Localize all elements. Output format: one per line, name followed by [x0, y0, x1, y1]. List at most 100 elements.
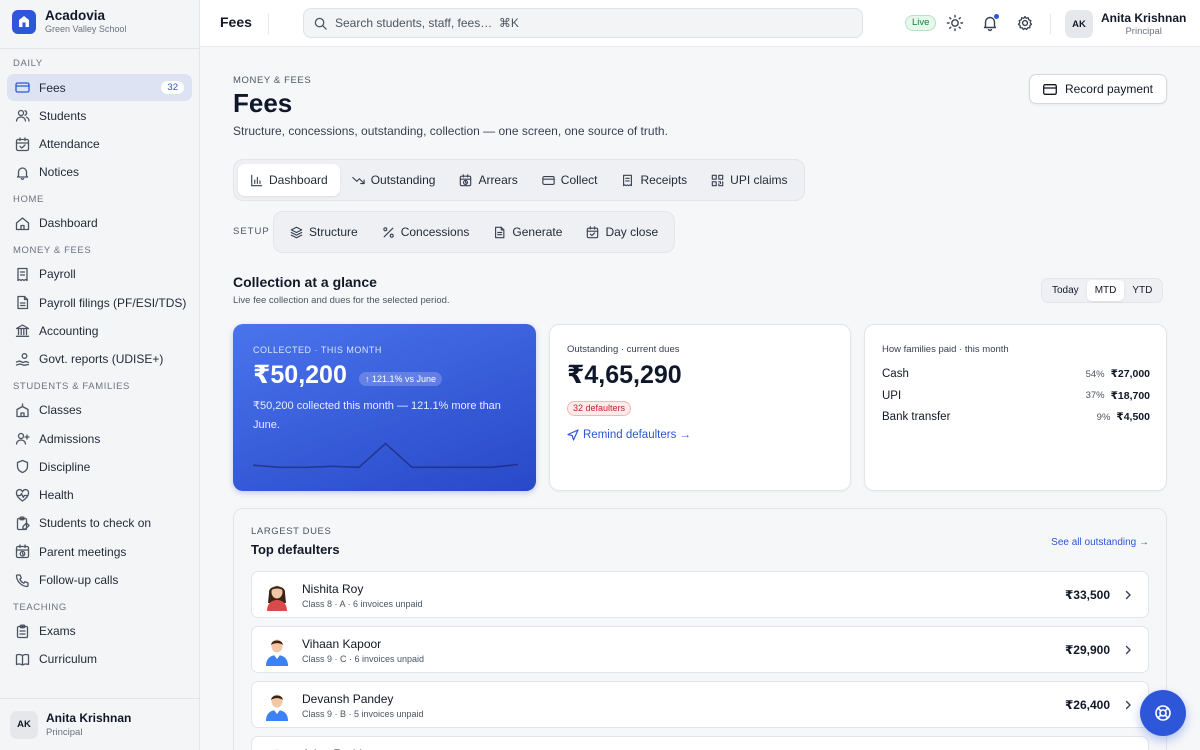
sidebar-item-label: Follow-up calls	[39, 573, 119, 588]
receipt-icon	[17, 267, 28, 282]
sidebar-item-attendance[interactable]: Attendance	[7, 131, 192, 158]
sidebar-item-label: Payroll filings (PF/ESI/TDS)	[39, 295, 187, 310]
topbar-user-name: Anita Krishnan	[1101, 11, 1187, 25]
sidebar-item-label: Admissions	[39, 431, 101, 446]
setup-tabs: Structure Concessions Generate Day close	[273, 211, 676, 253]
setup-label: SETUP	[233, 226, 270, 237]
sidebar-item-students[interactable]: Students	[7, 102, 192, 129]
sidebar-item-discipline[interactable]: Discipline	[7, 453, 192, 480]
tab-dashboard[interactable]: Dashboard	[238, 164, 340, 196]
bank-icon	[15, 324, 30, 338]
period-toggle: Today MTD YTD	[1041, 278, 1164, 303]
student-avatar	[267, 585, 287, 611]
users-icon	[15, 110, 30, 122]
brand[interactable]: Acadovia Green Valley School	[12, 8, 126, 36]
see-all-outstanding-link[interactable]: See all outstanding →	[1051, 537, 1149, 548]
home-icon	[15, 217, 30, 231]
payment-methods-card: How families paid · this month Cash 54% …	[864, 324, 1167, 491]
sparkline-path	[253, 442, 518, 469]
tab-label: Collect	[560, 173, 598, 187]
tab-label: Day close	[605, 225, 659, 239]
range-mtd-button[interactable]: MTD	[1086, 280, 1125, 301]
sidebar-item-dashboard[interactable]: Dashboard	[7, 210, 192, 237]
section-title: Collection at a glance	[233, 274, 377, 290]
school-logo-icon	[12, 10, 36, 34]
sidebar-item-students-to-check-on[interactable]: Students to check on	[7, 510, 192, 537]
credit-card-icon	[1043, 83, 1057, 95]
nav-section-heading: TEACHING	[13, 601, 67, 613]
sidebar-item-curriculum[interactable]: Curriculum	[7, 646, 192, 673]
sidebar-item-label: Students to check on	[39, 516, 152, 531]
sidebar-item-classes[interactable]: Classes	[7, 397, 192, 424]
sidebar-nav[interactable]: DAILY Fees 32 Students Attendance Notices HOME…	[0, 48, 199, 698]
qr-code-icon	[711, 174, 724, 186]
sidebar-user-name: Anita Krishnan	[46, 711, 132, 725]
sidebar-item-govt-reports-udise[interactable]: Govt. reports (UDISE+)	[7, 346, 192, 373]
nav-section-heading: DAILY	[13, 58, 43, 69]
tab-concessions[interactable]: Concessions	[370, 216, 482, 248]
sidebar-user-card[interactable]: AK Anita Krishnan Principal	[0, 698, 199, 750]
remind-defaulters-link[interactable]: Remind defaulters →	[567, 429, 691, 441]
payment-method-amount: ₹27,000	[1110, 368, 1150, 380]
defaulter-name: Vihaan Kapoor	[302, 637, 382, 651]
search-box[interactable]	[303, 8, 863, 38]
clipboard-edit-icon	[16, 516, 30, 531]
defaulter-amount: ₹29,900	[1064, 643, 1110, 657]
notifications-button[interactable]	[981, 14, 999, 32]
user-menu[interactable]: AK Anita Krishnan Principal	[1065, 10, 1186, 38]
payment-method-percent: 54%	[1085, 368, 1105, 380]
settings-button[interactable]	[1016, 14, 1034, 32]
collected-card[interactable]: COLLECTED · THIS MONTH ₹50,200 ↑ 121.1% …	[233, 324, 536, 491]
payment-method-percent: 9%	[1096, 411, 1111, 423]
outstanding-value: ₹4,65,290	[567, 361, 682, 389]
sidebar-item-parent-meetings[interactable]: Parent meetings	[7, 538, 192, 565]
calendar-clock-icon	[460, 173, 472, 186]
count-badge: 32	[161, 81, 184, 94]
tab-day-close[interactable]: Day close	[574, 216, 670, 248]
collected-value: ₹50,200	[253, 361, 347, 389]
sidebar-item-label: Notices	[39, 165, 80, 180]
nav-section-heading: STUDENTS & FAMILIES	[13, 380, 130, 392]
defaulter-row[interactable]: Devansh Pandey Class 9 · B · 5 invoices …	[251, 681, 1149, 728]
collected-label: COLLECTED · THIS MONTH	[253, 345, 382, 355]
chevron-right-icon	[1125, 645, 1131, 655]
payment-method-row: Cash 54% ₹27,000	[882, 366, 1150, 382]
sidebar-item-follow-up-calls[interactable]: Follow-up calls	[7, 567, 192, 594]
tab-generate[interactable]: Generate	[481, 216, 574, 248]
sidebar-item-exams[interactable]: Exams	[7, 618, 192, 645]
sidebar-item-admissions[interactable]: Admissions	[7, 425, 192, 452]
defaulter-row[interactable]: Vihaan Kapoor Class 9 · C · 6 invoices u…	[251, 626, 1149, 673]
sidebar-item-health[interactable]: Health	[7, 482, 192, 509]
tab-arrears[interactable]: Arrears	[447, 164, 529, 196]
defaulters-title: Top defaulters	[251, 542, 340, 557]
theme-toggle-button[interactable]	[946, 14, 964, 32]
tab-label: Receipts	[640, 173, 688, 187]
sidebar-item-notices[interactable]: Notices	[7, 159, 192, 186]
defaulter-amount: ₹33,500	[1064, 588, 1110, 602]
defaulter-meta: Class 8 · A · 6 invoices unpaid	[302, 599, 423, 609]
credit-card-icon	[15, 82, 30, 93]
tab-receipts[interactable]: Receipts	[609, 164, 699, 196]
tab-label: Structure	[309, 225, 358, 239]
tab-upi-claims[interactable]: UPI claims	[699, 164, 799, 196]
outstanding-card[interactable]: Outstanding · current dues ₹4,65,290 32 …	[549, 324, 851, 491]
defaulter-row[interactable]: Arjun Reddy	[251, 736, 1149, 750]
trending-down-icon	[352, 176, 365, 184]
calendar-check-icon	[587, 225, 599, 238]
tab-outstanding[interactable]: Outstanding	[340, 164, 448, 196]
tab-structure[interactable]: Structure	[278, 216, 370, 248]
record-payment-button[interactable]: Record payment	[1029, 74, 1167, 104]
sidebar-item-payroll[interactable]: Payroll	[7, 261, 192, 288]
range-today-button[interactable]: Today	[1044, 280, 1087, 301]
range-ytd-button[interactable]: YTD	[1124, 280, 1160, 301]
payment-method-amount: ₹4,500	[1116, 411, 1150, 423]
defaulter-row[interactable]: Nishita Roy Class 8 · A · 6 invoices unp…	[251, 571, 1149, 618]
sidebar-item-fees[interactable]: Fees 32	[7, 74, 192, 101]
sidebar-item-label: Attendance	[39, 137, 100, 152]
payment-method-row: Bank transfer 9% ₹4,500	[882, 409, 1150, 425]
sidebar-item-payroll-filings-pf-esi-tds[interactable]: Payroll filings (PF/ESI/TDS)	[7, 289, 192, 316]
tab-collect[interactable]: Collect	[530, 164, 610, 196]
help-fab-button[interactable]	[1140, 690, 1186, 736]
search-input[interactable]	[335, 16, 815, 30]
sidebar-item-accounting[interactable]: Accounting	[7, 317, 192, 344]
